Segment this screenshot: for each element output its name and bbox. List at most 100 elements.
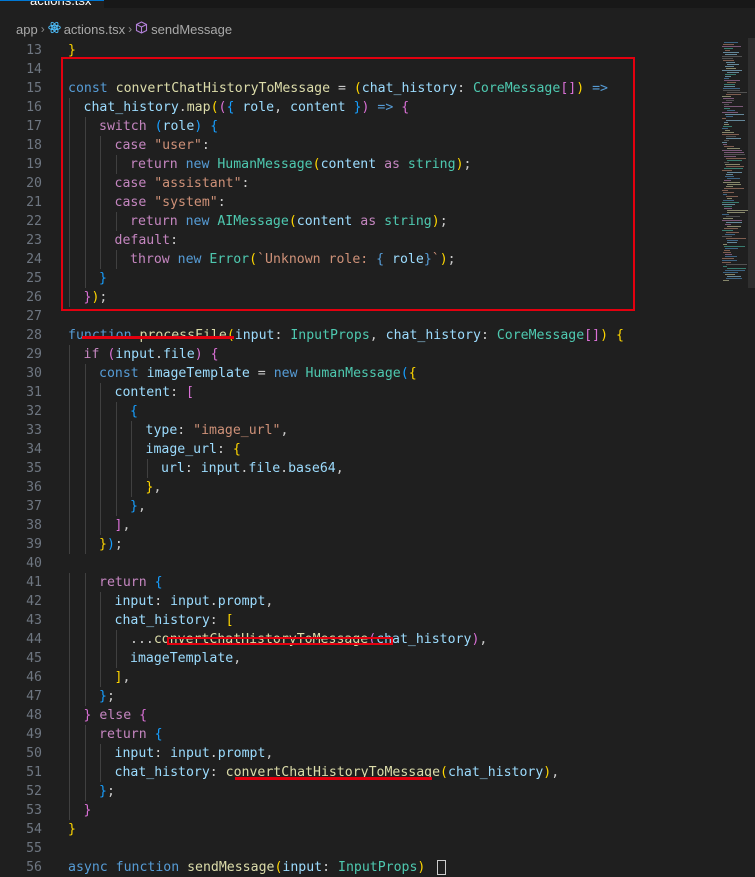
line-number: 15: [26, 81, 42, 96]
code-line[interactable]: 52};: [0, 782, 720, 801]
method-cube-icon: [135, 21, 148, 37]
code-line[interactable]: 37},: [0, 497, 720, 516]
tab-strip: actions.tsx: [0, 0, 755, 8]
line-number: 53: [26, 803, 42, 818]
code-line[interactable]: 40: [0, 554, 720, 573]
minimap-line: [722, 46, 741, 47]
minimap-line: [722, 170, 732, 171]
minimap-line: [726, 166, 744, 167]
minimap-line: [722, 112, 738, 113]
code-text: ],: [115, 516, 131, 535]
minimap-line: [725, 74, 736, 75]
indent-guide: [100, 649, 101, 668]
code-token: else: [91, 708, 140, 723]
breadcrumb-item-symbol[interactable]: sendMessage: [135, 21, 232, 37]
indent-guide: [69, 573, 70, 592]
code-line[interactable]: 29 if (input.file) {: [0, 345, 720, 364]
code-token: ,: [335, 461, 344, 476]
code-token: :: [170, 385, 186, 400]
indent-guide: [100, 459, 101, 478]
indent-guide: [115, 440, 117, 459]
minimap-line: [722, 258, 734, 259]
minimap-line: [722, 262, 731, 263]
line-number: 45: [26, 651, 42, 666]
code-token: :: [274, 328, 291, 343]
code-line[interactable]: 48} else {: [0, 706, 720, 725]
indent-guide: [84, 421, 86, 440]
code-line[interactable]: 34 image_url: {: [0, 440, 720, 459]
minimap-line: [726, 232, 739, 233]
code-token: :: [209, 613, 226, 628]
minimap-line: [723, 252, 731, 253]
code-line[interactable]: 43 chat_history: [: [0, 611, 720, 630]
code-line[interactable]: 54}: [0, 820, 720, 839]
code-line[interactable]: 33 type: "image_url",: [0, 421, 720, 440]
code-token: :: [154, 594, 171, 609]
code-line[interactable]: 35 url: input.file.base64,: [0, 459, 720, 478]
code-line[interactable]: 39});: [0, 535, 720, 554]
line-number: 42: [26, 594, 42, 609]
code-line[interactable]: 45 imageTemplate,: [0, 649, 720, 668]
breadcrumb-item-file[interactable]: actions.tsx: [47, 21, 125, 37]
minimap-line: [722, 190, 728, 191]
code-token: {: [232, 442, 241, 457]
vertical-scrollbar[interactable]: [748, 38, 755, 288]
code-token: sendMessage: [187, 860, 275, 875]
code-line[interactable]: 36},: [0, 478, 720, 497]
code-token: return: [99, 575, 155, 590]
code-line[interactable]: 38],: [0, 516, 720, 535]
code-line[interactable]: 32 {: [0, 402, 720, 421]
minimap-line: [726, 222, 742, 223]
code-line[interactable]: 42 input: input.prompt,: [0, 592, 720, 611]
minimap-line: [724, 124, 729, 125]
minimap-line: [722, 202, 739, 203]
line-number: 46: [26, 670, 42, 685]
minimap-line: [723, 60, 734, 61]
indent-guide: [131, 478, 132, 497]
line-number: 52: [26, 784, 42, 799]
code-text: type: "image_url",: [146, 421, 289, 440]
minimap-line: [723, 126, 732, 127]
code-line[interactable]: 56 async function sendMessage(input: Inpu…: [0, 858, 720, 877]
code-line[interactable]: 49 return {: [0, 725, 720, 744]
line-number: 31: [26, 385, 42, 400]
code-token: ,: [122, 518, 131, 533]
code-line[interactable]: 53}: [0, 801, 720, 820]
code-line[interactable]: 46],: [0, 668, 720, 687]
minimap-line: [727, 160, 742, 161]
tab-actions-tsx[interactable]: actions.tsx: [0, 0, 104, 8]
minimap-line: [722, 118, 726, 119]
minimap-line: [726, 278, 742, 279]
breadcrumb-label: app: [16, 21, 38, 37]
highlight-box-convert-function: [61, 57, 635, 311]
minimap-line: [722, 220, 742, 221]
minimap-line: [722, 230, 733, 231]
breadcrumb-item-app[interactable]: app: [16, 22, 38, 37]
indent-guide: [115, 497, 117, 516]
line-number: 20: [26, 176, 42, 191]
code-text: } else {: [84, 706, 148, 725]
code-token: ;: [114, 537, 123, 552]
code-line[interactable]: 30 const imageTemplate = new HumanMessage…: [0, 364, 720, 383]
code-token: if: [83, 347, 108, 362]
minimap-line: [727, 268, 746, 269]
line-number: 39: [26, 537, 42, 552]
line-number: 36: [26, 480, 42, 495]
code-line[interactable]: 41 return {: [0, 573, 720, 592]
code-text: imageTemplate,: [130, 649, 241, 668]
code-token: base64: [288, 461, 336, 476]
code-text: url: input.file.base64,: [161, 459, 344, 478]
minimap-line: [724, 78, 729, 79]
indent-guide: [69, 668, 70, 687]
code-line[interactable]: 31 content: [: [0, 383, 720, 402]
indent-guide: [84, 763, 86, 782]
code-line[interactable]: 55: [0, 839, 720, 858]
code-line[interactable]: 47};: [0, 687, 720, 706]
indent-guide: [84, 383, 86, 402]
indent-guide: [69, 801, 70, 820]
line-number: 22: [26, 214, 42, 229]
indent-guide: [115, 402, 117, 421]
line-number: 47: [26, 689, 42, 704]
code-line[interactable]: 50 input: input.prompt,: [0, 744, 720, 763]
